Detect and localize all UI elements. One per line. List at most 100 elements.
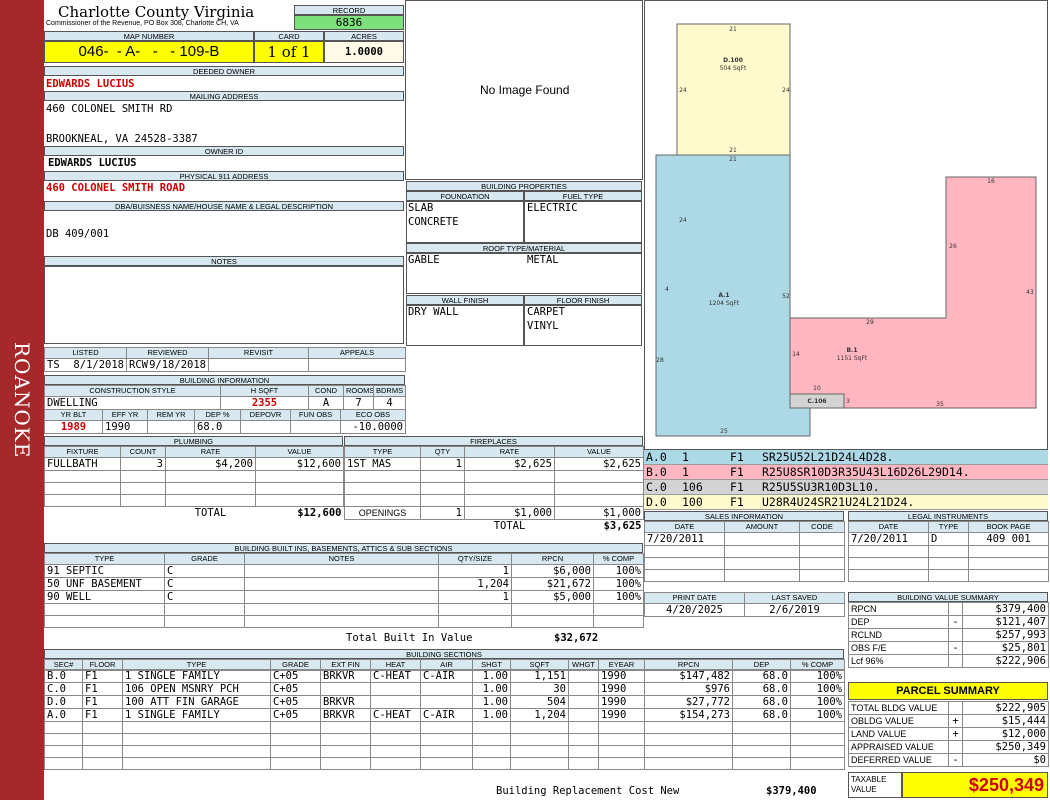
dim-label: 29 xyxy=(866,319,874,326)
replacement-cost-value: $379,400 xyxy=(766,785,817,797)
bi-comp: 100% xyxy=(593,564,644,578)
table-row: C.0 F1 106 OPEN MSNRY PCH C+05 1.00 30 1990 $97… xyxy=(44,682,845,696)
building-properties-header: BUILDING PROPERTIES xyxy=(406,181,642,191)
dim-label: 4 xyxy=(665,286,669,293)
section-cell: 1 SINGLE FAMILY xyxy=(122,669,271,683)
roof-box xyxy=(406,253,642,294)
value: $12,600 xyxy=(255,457,344,471)
fireplaces-total-label: TOTAL xyxy=(493,520,526,532)
section-cell: 100 ATT FIN GARAGE xyxy=(122,695,271,709)
hsqft-header: H SQFT xyxy=(220,385,309,397)
sales-amount xyxy=(724,532,800,546)
fp-rate: $2,625 xyxy=(464,457,555,471)
physical-address: 460 COLONEL SMITH ROAD xyxy=(46,182,186,194)
section-cell: B.0 xyxy=(44,669,83,683)
summary-label: LAND VALUE xyxy=(848,727,949,741)
rate: $4,200 xyxy=(165,457,256,471)
section-cell: 100% xyxy=(790,695,845,709)
sketch-label: A.1 xyxy=(718,292,729,299)
table-row: D.0 F1 100 ATT FIN GARAGE C+05 BRKVR 1.00 504 1… xyxy=(44,695,845,709)
table-row: 7/20/2011 xyxy=(644,532,845,546)
summary-sign: - xyxy=(948,641,963,655)
bi-grade: C xyxy=(164,590,245,604)
fun-obs xyxy=(290,420,341,434)
summary-label: TOTAL BLDG VALUE xyxy=(848,701,949,715)
sketch-legend: A.0 1 F1 SR25U52L21D24L4D28. B.0 1 F1 R25U8SR10… xyxy=(644,450,1048,510)
physical-address-header: PHYSICAL 911 ADDRESS xyxy=(44,171,404,181)
fp-type: 1ST MAS xyxy=(344,457,421,471)
section-cell xyxy=(370,682,421,696)
section-cell xyxy=(370,695,421,709)
value-header: VALUE xyxy=(255,446,344,458)
reviewed-header: REVIEWED xyxy=(126,347,209,359)
section-cell xyxy=(320,682,371,696)
sales-date: 7/20/2011 xyxy=(644,532,725,546)
bi-rpcn: $21,672 xyxy=(511,577,594,591)
summary-value: $222,906 xyxy=(962,654,1049,668)
foundation-2: CONCRETE xyxy=(408,216,459,228)
summary-sign xyxy=(948,602,963,616)
legend-n: 1 xyxy=(682,450,689,464)
depovr xyxy=(240,420,291,434)
eff-yr-header: EFF YR xyxy=(102,409,148,421)
summary-label: OBS F/E xyxy=(848,641,949,655)
bi-grade-header: GRADE xyxy=(164,553,245,565)
sketch-section-b xyxy=(789,176,1037,409)
wall-finish-header: WALL FINISH xyxy=(406,295,524,305)
section-cell xyxy=(568,669,599,683)
summary-value: $121,407 xyxy=(962,615,1049,629)
section-cell: 100% xyxy=(790,669,845,683)
legend-f: F1 xyxy=(730,495,744,509)
builtins-total-label: Total Built In Value xyxy=(346,632,473,644)
section-cell: 1,204 xyxy=(510,708,569,722)
owner-id-header: OWNER ID xyxy=(44,146,404,156)
bi-rpcn: $5,000 xyxy=(511,590,594,604)
dep-pct-header: DEP % xyxy=(194,409,241,421)
section-cell: F1 xyxy=(82,708,123,722)
table-row: APPRAISED VALUE $250,349 xyxy=(848,740,1049,754)
foundation-header: FOUNDATION xyxy=(406,191,524,201)
eco-obs: -10.0000 xyxy=(340,420,406,434)
section-cell: 100% xyxy=(790,682,845,696)
summary-label: Lcf 96% xyxy=(848,654,949,668)
table-row: DEFERRED VALUE - $0 xyxy=(848,753,1049,767)
depovr-header: DEPOVR xyxy=(240,409,291,421)
appeals-header: APPEALS xyxy=(308,347,406,359)
table-row: 7/20/2011 D 409 001 xyxy=(848,532,1049,546)
bi-rpcn: $6,000 xyxy=(511,564,594,578)
table-row: B.0 F1 1 SINGLE FAMILY C+05 BRKVR C-HEAT C-AIR… xyxy=(44,669,845,683)
legend-path: U28R4U24SR21U24L21D24. xyxy=(762,495,915,509)
section-cell: C+05 xyxy=(270,708,321,722)
reviewed-date: 9/18/2018 xyxy=(149,359,206,371)
bi-qty: 1 xyxy=(438,590,512,604)
last-saved-header: LAST SAVED xyxy=(744,592,845,604)
legend-f: F1 xyxy=(730,465,744,479)
table-row: RPCN $379,400 xyxy=(848,602,1049,616)
yr-blt: 1989 xyxy=(44,420,103,434)
legend-code: A.0 xyxy=(646,450,667,464)
listed-by: TS xyxy=(47,359,60,371)
fireplaces-header: FIREPLACES xyxy=(344,436,643,446)
reviewed-cell: RCW 9/18/2018 xyxy=(126,358,209,372)
summary-sign xyxy=(948,701,963,715)
record-header: RECORD xyxy=(294,5,404,15)
summary-value: $25,801 xyxy=(962,641,1049,655)
dba-header: DBA/BUISNESS NAME/HOUSE NAME & LEGAL DES… xyxy=(44,201,404,211)
table-row: FULLBATH 3 $4,200 $12,600 xyxy=(44,457,344,471)
section-cell: 100% xyxy=(790,708,845,722)
section-cell: 68.0 xyxy=(732,669,791,683)
listing-table: LISTED REVIEWED REVISIT APPEALS TS 8/1/2018 … xyxy=(44,347,406,372)
last-saved: 2/6/2019 xyxy=(744,603,845,617)
fuel-header: FUEL TYPE xyxy=(524,191,642,201)
dim-label: 25 xyxy=(720,428,728,435)
bi-comp: 100% xyxy=(593,577,644,591)
building-age-table: YR BLT EFF YR REM YR DEP % DEPOVR FUN OBS ECO … xyxy=(44,409,406,434)
mailing-line-1: 460 COLONEL SMITH RD xyxy=(46,103,173,115)
bdrms-value: 4 xyxy=(373,396,406,410)
mailing-header: MAILING ADDRESS xyxy=(44,91,404,101)
dim-label: 21 xyxy=(729,156,737,163)
section-cell: C.0 xyxy=(44,682,83,696)
legal-table: DATE TYPE BOOK PAGE 7/20/2011 D 409 001 xyxy=(848,521,1049,582)
dim-label: 14 xyxy=(792,351,800,358)
rem-yr-header: REM YR xyxy=(147,409,195,421)
